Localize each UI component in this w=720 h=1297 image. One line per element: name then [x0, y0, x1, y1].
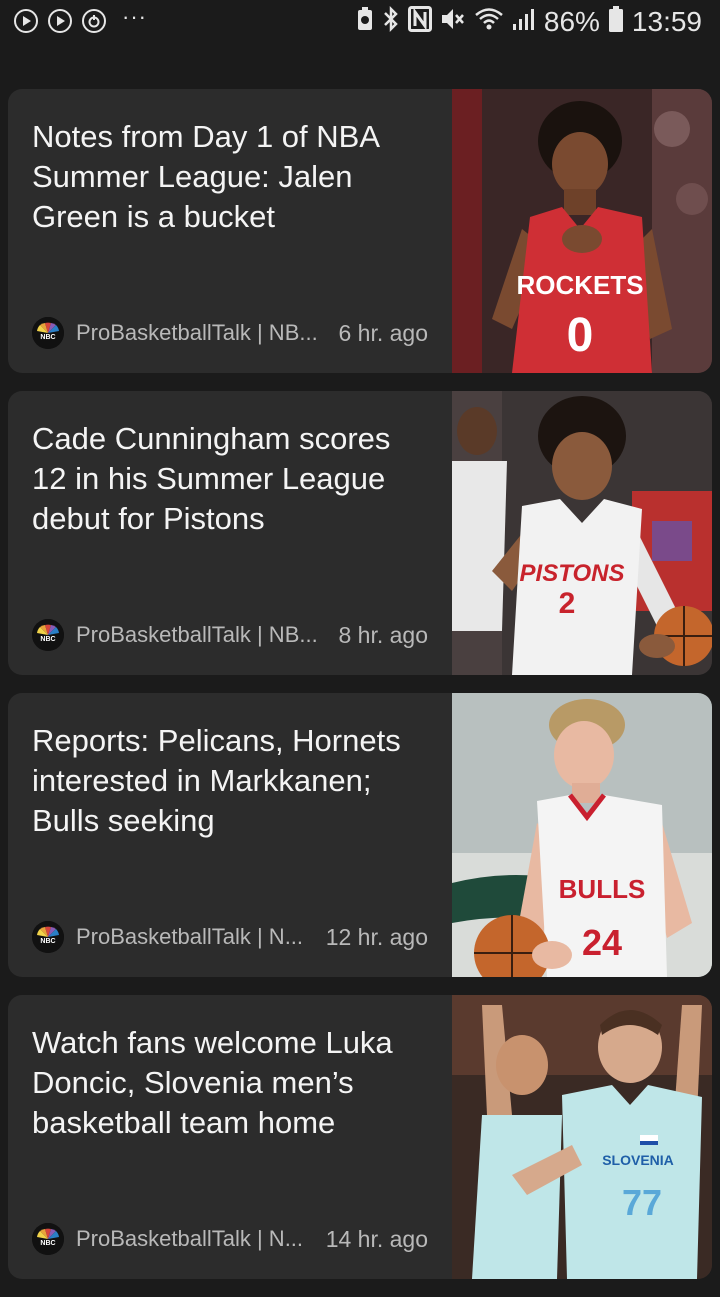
- article-time: 14 hr. ago: [325, 1225, 428, 1252]
- jersey-team: BULLS: [559, 874, 646, 904]
- news-card[interactable]: Watch fans welcome Luka Doncic, Slovenia…: [8, 995, 712, 1279]
- jersey-number: 2: [559, 587, 576, 620]
- signal-icon: [512, 6, 536, 37]
- article-thumbnail[interactable]: PISTONS 2: [452, 391, 712, 675]
- jersey-team: PISTONS: [520, 560, 625, 587]
- jersey-team: ROCKETS: [516, 270, 643, 300]
- nbc-sports-logo-icon: NBC: [32, 921, 64, 953]
- article-thumbnail[interactable]: SLOVENIA 77: [452, 995, 712, 1279]
- more-dots-icon: ···: [122, 4, 147, 29]
- status-bar: ··· 86% 13:59: [0, 0, 720, 48]
- jersey-team: SLOVENIA: [602, 1152, 674, 1168]
- article-title[interactable]: Notes from Day 1 of NBA Summer League: J…: [32, 117, 432, 237]
- nbc-sports-logo-icon: NBC: [32, 317, 64, 349]
- svg-text:NBC: NBC: [40, 938, 55, 945]
- article-title[interactable]: Cade Cunningham scores 12 in his Summer …: [32, 419, 432, 539]
- article-thumbnail[interactable]: BULLS 24: [452, 693, 712, 977]
- article-thumbnail[interactable]: ROCKETS 0: [452, 89, 712, 373]
- bluetooth-icon: [382, 5, 400, 38]
- status-bar-left: ···: [14, 4, 147, 33]
- article-time: 6 hr. ago: [338, 319, 428, 346]
- nbc-sports-logo-icon: NBC: [32, 619, 64, 651]
- jersey-number: 24: [582, 922, 622, 963]
- play-circle-icon: [48, 9, 72, 33]
- wifi-icon: [474, 6, 504, 37]
- battery-percent: 86%: [543, 5, 600, 37]
- battery-icon: [608, 5, 624, 38]
- clock: 13:59: [631, 5, 702, 37]
- mute-icon: [440, 6, 466, 37]
- status-bar-right: 86% 13:59: [356, 5, 702, 38]
- battery-saver-icon: [356, 6, 374, 37]
- nfc-icon: [407, 6, 432, 37]
- play-circle-icon: [14, 9, 38, 33]
- news-card[interactable]: Reports: Pelicans, Hornets interested in…: [8, 693, 712, 977]
- svg-text:NBC: NBC: [40, 334, 55, 341]
- source-name: ProBasketballTalk | NB...: [76, 320, 318, 345]
- jersey-number: 0: [567, 309, 594, 362]
- svg-text:NBC: NBC: [40, 636, 55, 643]
- news-feed: Notes from Day 1 of NBA Summer League: J…: [8, 89, 712, 1297]
- article-time: 8 hr. ago: [338, 621, 428, 648]
- article-title[interactable]: Reports: Pelicans, Hornets interested in…: [32, 721, 432, 841]
- news-card[interactable]: Cade Cunningham scores 12 in his Summer …: [8, 391, 712, 675]
- nbc-sports-logo-icon: NBC: [32, 1223, 64, 1255]
- news-card[interactable]: Notes from Day 1 of NBA Summer League: J…: [8, 89, 712, 373]
- article-time: 12 hr. ago: [325, 923, 428, 950]
- article-meta: NBC ProBasketballTalk | NB... 6 hr. ago: [32, 317, 428, 349]
- article-meta: NBC ProBasketballTalk | NB... 8 hr. ago: [32, 619, 428, 651]
- source-name: ProBasketballTalk | N...: [76, 924, 304, 949]
- jersey-number: 77: [622, 1182, 662, 1223]
- article-meta: NBC ProBasketballTalk | N... 14 hr. ago: [32, 1223, 428, 1255]
- article-title[interactable]: Watch fans welcome Luka Doncic, Slovenia…: [32, 1023, 432, 1143]
- source-name: ProBasketballTalk | NB...: [76, 622, 318, 647]
- article-meta: NBC ProBasketballTalk | N... 12 hr. ago: [32, 921, 428, 953]
- svg-text:NBC: NBC: [40, 1240, 55, 1247]
- source-name: ProBasketballTalk | N...: [76, 1226, 304, 1251]
- sync-circle-icon: [82, 9, 106, 33]
